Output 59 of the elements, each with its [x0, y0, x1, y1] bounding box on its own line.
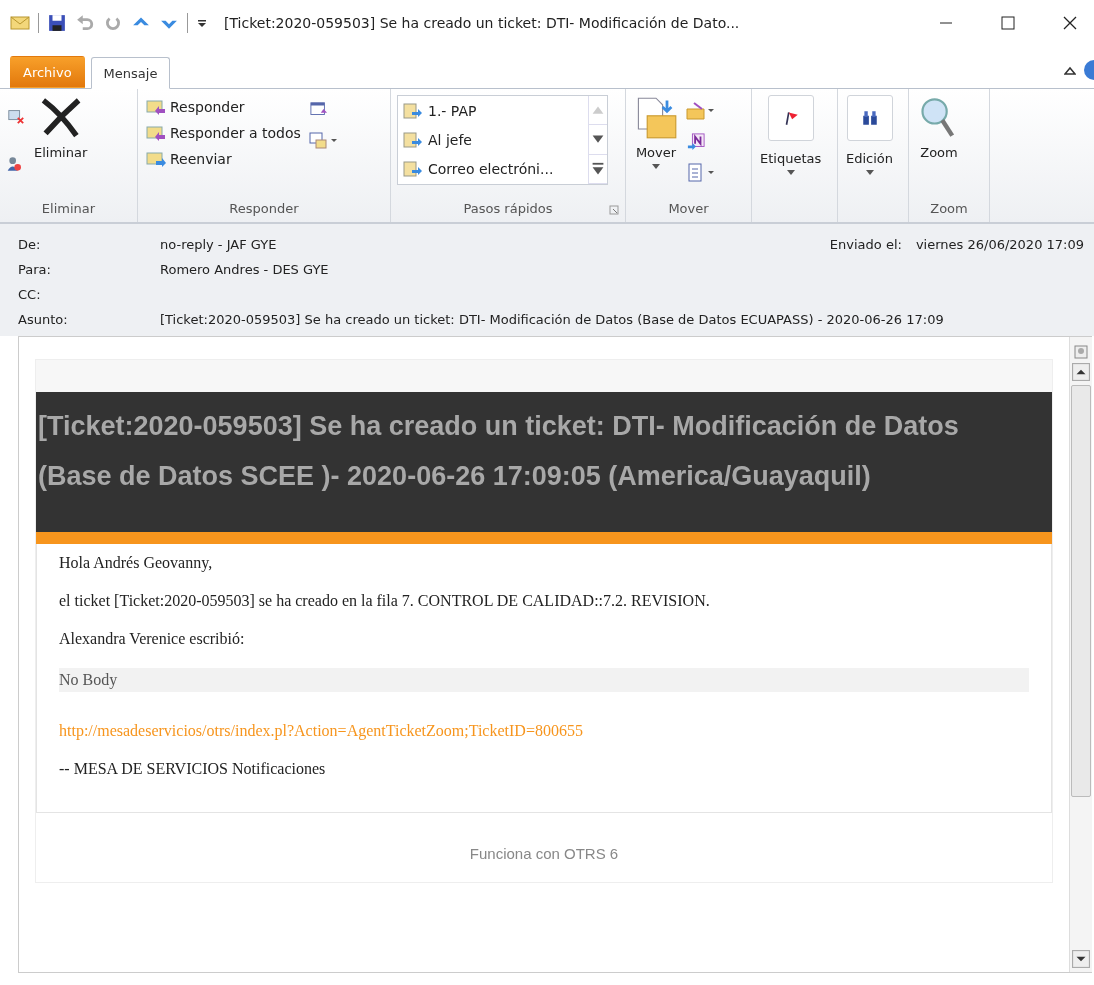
scroll-up-icon[interactable]	[1072, 363, 1090, 381]
ribbon-tab[interactable]: Mensaje	[90, 57, 171, 89]
envelope-icon	[10, 13, 30, 32]
maximize-icon[interactable]	[1000, 14, 1016, 31]
dialog-launcher-icon[interactable]	[609, 205, 619, 215]
close-icon[interactable]	[1062, 14, 1078, 31]
document-arrow-icon	[402, 101, 422, 120]
banner-title: [Ticket:2020-059503] Se ha creado un ticket: DTI- Modificación de Datos (Base de Datos SCEE )- 2020-06-26 17:09:05 (America/Guayaquil)	[38, 411, 959, 491]
quick-step[interactable]: 1.- PAP	[398, 96, 588, 125]
window-title: [Ticket:2020-059503] Se ha creado un ticket: DTI- Modificación de Dato...	[224, 14, 740, 31]
document-arrow-icon	[402, 130, 422, 149]
signature: -- MESA DE SERVICIOS Notificaciones	[59, 759, 327, 778]
scroll-thumb[interactable]	[1071, 385, 1091, 797]
greeting: Hola Andrés Geovanny,	[59, 553, 214, 572]
group-label: Mover	[667, 200, 710, 218]
more-respond-icon[interactable]	[308, 131, 339, 151]
footer-text: Funciona con OTRS 6	[469, 844, 619, 862]
scrollbar[interactable]	[1069, 337, 1092, 972]
scroll-down-icon[interactable]	[1072, 950, 1090, 968]
caret-icon	[786, 170, 795, 175]
reply-button[interactable]: Responder	[144, 97, 303, 117]
group-label: Zoom	[929, 200, 969, 218]
save-icon[interactable]	[47, 13, 67, 32]
sender-icon	[1074, 345, 1088, 359]
caret-icon	[865, 170, 874, 175]
tags-button[interactable]: Etiquetas	[758, 93, 824, 222]
field-value: Romero Andres - DES GYE	[160, 262, 329, 277]
group-label: Responder	[228, 200, 300, 218]
collapse-ribbon-icon[interactable]	[1064, 66, 1076, 76]
onenote-icon[interactable]	[686, 133, 706, 151]
author-line: Alexandra Verenice escribió:	[59, 629, 246, 648]
field-label: Para:	[18, 262, 52, 277]
reply-button[interactable]: Reenviar	[144, 149, 303, 169]
field-value: [Ticket:2020-059503] Se ha creado un ticket: DTI- Modificación de Datos (Base de Datos ECUAPASS) - 2020-06-26 17:09	[160, 312, 944, 327]
actions-icon[interactable]	[686, 163, 716, 183]
group-label: Eliminar	[40, 200, 97, 218]
editing-button[interactable]: Edición	[844, 93, 896, 222]
caret-icon	[652, 164, 660, 169]
field-value: no-reply - JAF GYE	[160, 237, 277, 252]
delete-button[interactable]: Eliminar	[32, 93, 90, 198]
zoom-button[interactable]: Zoom	[915, 93, 963, 198]
field-label: Asunto:	[18, 312, 69, 327]
quick-step[interactable]: Correo electróni...	[398, 154, 588, 183]
field-label: CC:	[18, 287, 42, 302]
sent-value: viernes 26/06/2020 17:09	[915, 237, 1084, 252]
quick-step[interactable]: Al jefe	[398, 125, 588, 154]
reply-button[interactable]: Responder a todos	[144, 123, 303, 143]
binoculars-icon	[860, 109, 879, 127]
group-label: Pasos rápidos	[463, 200, 553, 218]
ignore-icon[interactable]	[6, 107, 26, 125]
body-text: el ticket [Ticket:2020-059503] se ha creado en la fila 7. CONTROL DE CALIDAD::7.2. REVISION.	[59, 591, 711, 610]
sent-label: Enviado el:	[829, 237, 902, 252]
quoted-text: No Body	[59, 667, 1029, 692]
move-button[interactable]: Mover	[632, 93, 680, 198]
rules-icon[interactable]	[686, 101, 716, 121]
field-label: De:	[18, 237, 42, 252]
document-arrow-icon	[402, 159, 422, 178]
undo-icon[interactable]	[75, 13, 95, 32]
customize-icon[interactable]	[196, 17, 208, 28]
